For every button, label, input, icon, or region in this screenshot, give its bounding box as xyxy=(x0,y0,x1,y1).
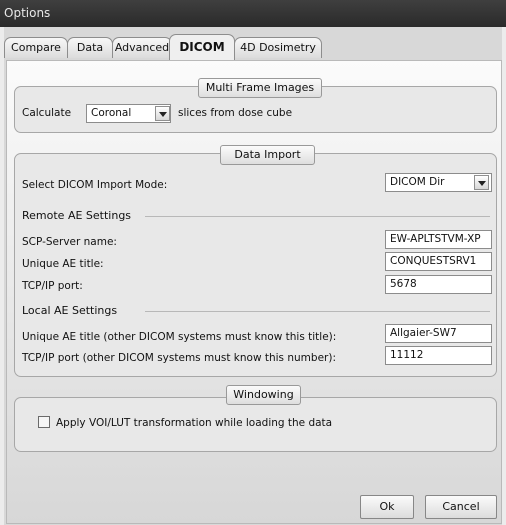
tab-data[interactable]: Data xyxy=(67,37,113,58)
tab-4d-dosimetry[interactable]: 4D Dosimetry xyxy=(234,37,322,58)
ok-button[interactable]: Ok xyxy=(360,495,414,519)
options-window: Options Compare Data Advanced 4D Dosimet… xyxy=(0,0,506,525)
local-ae-title-label: Unique AE title (other DICOM systems mus… xyxy=(22,331,337,343)
import-mode-label: Select DICOM Import Mode: xyxy=(22,179,168,191)
tab-dicom[interactable]: DICOM xyxy=(169,34,235,60)
voi-lut-checkbox[interactable] xyxy=(38,416,50,428)
local-ae-title-field[interactable]: Allgaier-SW7 xyxy=(385,324,492,343)
windowing-title: Windowing xyxy=(226,385,301,405)
tab-advanced[interactable]: Advanced xyxy=(112,37,172,58)
data-import-title: Data Import xyxy=(220,145,315,165)
local-divider xyxy=(145,311,490,312)
tab-compare[interactable]: Compare xyxy=(4,37,68,58)
tab-bar: Compare Data Advanced 4D Dosimetry DICOM xyxy=(4,34,502,62)
local-ae-header: Local AE Settings xyxy=(22,304,118,317)
chevron-down-icon xyxy=(478,181,486,186)
scp-server-field[interactable]: EW-APLTSTVM-XP xyxy=(385,230,492,249)
remote-divider xyxy=(145,216,490,217)
unique-ae-field[interactable]: CONQUESTSRV1 xyxy=(385,252,492,271)
title-bar: Options xyxy=(0,0,506,27)
unique-ae-label: Unique AE title: xyxy=(22,258,104,270)
chevron-down-icon xyxy=(159,112,167,117)
window-title: Options xyxy=(4,6,51,20)
cancel-button[interactable]: Cancel xyxy=(425,495,497,519)
voi-lut-label: Apply VOI/LUT transformation while loadi… xyxy=(56,417,333,429)
multi-frame-title: Multi Frame Images xyxy=(198,78,322,98)
slices-label: slices from dose cube xyxy=(178,107,293,119)
tcp-port-field[interactable]: 5678 xyxy=(385,275,492,294)
remote-ae-header: Remote AE Settings xyxy=(22,209,132,222)
local-port-field[interactable]: 11112 xyxy=(385,346,492,365)
tcp-port-label: TCP/IP port: xyxy=(22,280,83,292)
local-port-label: TCP/IP port (other DICOM systems must kn… xyxy=(22,352,336,364)
orientation-dropdown-button[interactable] xyxy=(155,106,170,121)
calculate-label: Calculate xyxy=(22,107,72,119)
scp-server-label: SCP-Server name: xyxy=(22,236,117,248)
import-mode-dropdown-button[interactable] xyxy=(474,175,489,190)
